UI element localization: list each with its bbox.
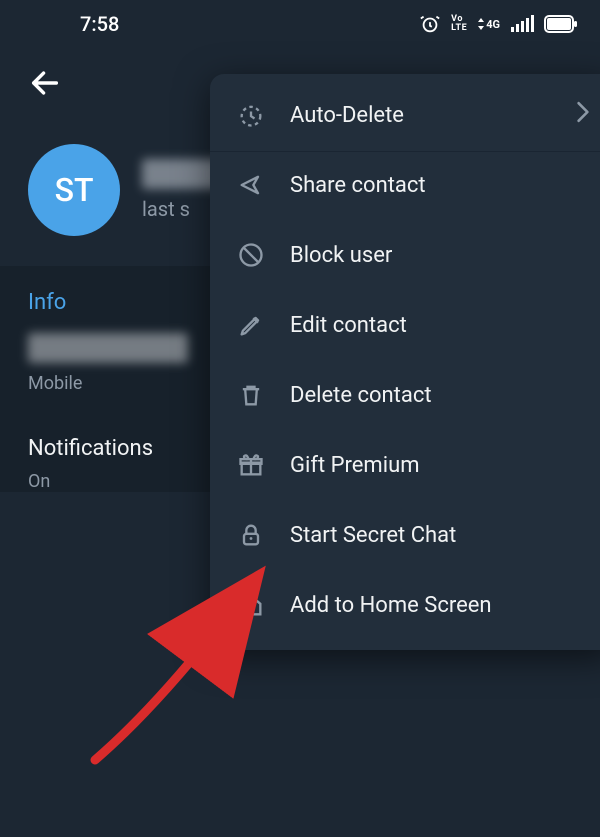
gift-icon xyxy=(236,450,266,480)
menu-item-delete-contact[interactable]: Delete contact xyxy=(210,360,600,430)
menu-label: Share contact xyxy=(290,173,590,198)
avatar-initials: ST xyxy=(55,171,94,209)
menu-item-edit-contact[interactable]: Edit contact xyxy=(210,290,600,360)
menu-label: Block user xyxy=(290,243,590,268)
menu-item-auto-delete[interactable]: Auto-Delete xyxy=(210,80,600,150)
avatar[interactable]: ST xyxy=(28,144,120,236)
timer-icon xyxy=(236,100,266,130)
back-icon[interactable] xyxy=(28,85,62,104)
menu-label: Add to Home Screen xyxy=(290,593,590,618)
block-icon xyxy=(236,240,266,270)
menu-label: Gift Premium xyxy=(290,453,590,478)
menu-item-gift-premium[interactable]: Gift Premium xyxy=(210,430,600,500)
volte-icon: VoLTE xyxy=(451,15,467,33)
chevron-right-icon xyxy=(576,101,590,129)
status-bar: 7:58 VoLTE 4G xyxy=(0,0,600,48)
menu-label: Edit contact xyxy=(290,313,590,338)
status-right: VoLTE 4G xyxy=(419,13,578,35)
phone-number-redacted[interactable] xyxy=(28,333,188,363)
lock-icon xyxy=(236,520,266,550)
signal-icon xyxy=(510,15,534,33)
menu-item-share-contact[interactable]: Share contact xyxy=(210,150,600,220)
network-4g-icon: 4G xyxy=(477,17,500,31)
trash-icon xyxy=(236,380,266,410)
menu-item-add-to-home-screen[interactable]: Add to Home Screen xyxy=(210,570,600,640)
context-menu: Auto-Delete Share contact Block user Edi… xyxy=(210,74,600,650)
add-home-icon xyxy=(236,590,266,620)
alarm-icon xyxy=(419,13,441,35)
battery-icon xyxy=(544,15,578,33)
pencil-icon xyxy=(236,310,266,340)
status-time: 7:58 xyxy=(80,12,119,36)
share-icon xyxy=(236,170,266,200)
menu-label: Delete contact xyxy=(290,383,590,408)
menu-label: Start Secret Chat xyxy=(290,523,590,548)
menu-label: Auto-Delete xyxy=(290,103,552,128)
menu-item-start-secret-chat[interactable]: Start Secret Chat xyxy=(210,500,600,570)
menu-item-block-user[interactable]: Block user xyxy=(210,220,600,290)
